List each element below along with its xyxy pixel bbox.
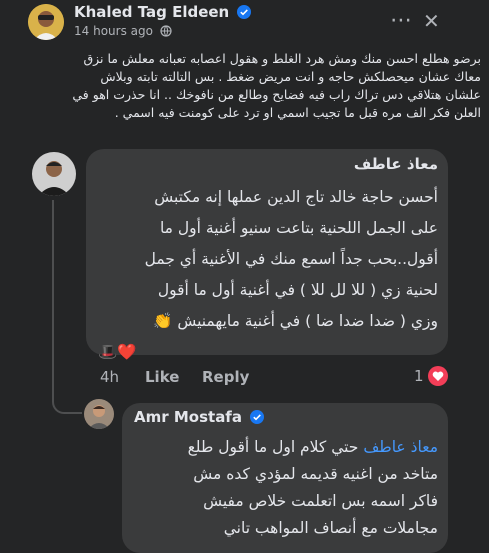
- commenter-avatar[interactable]: [32, 152, 76, 196]
- comment-text-line: وزي ( ضدا ضدا ضا ) في أغنية مايهمنيش 👏: [153, 312, 438, 330]
- comment-emoji-line: 🎩❤️: [98, 343, 137, 361]
- post-text-line: علشان هتلاقي دس تراك راب فيه فضايح وطالع…: [72, 87, 481, 102]
- post-text-line: برضو هطلع احسن منك ومش هرد الغلط و هقول …: [83, 51, 481, 66]
- reaction-count[interactable]: 1: [414, 367, 424, 385]
- verified-badge-icon: [237, 5, 252, 23]
- post-text-line: معاك عشان ميحصلكش حاجه و انت مريض ضغط . …: [100, 69, 481, 84]
- comment-text-line: لحنية زي ( للا لل للا ) في أغنية أول ما …: [157, 281, 438, 299]
- like-button[interactable]: Like: [145, 368, 179, 386]
- post-text: برضو هطلع احسن منك ومش هرد الغلط و هقول …: [10, 50, 481, 122]
- reply-text-line: معاذ عاطف حتي كلام اول ما أقول طلع: [132, 434, 438, 461]
- post-time[interactable]: 14 hours ago: [74, 24, 153, 38]
- reply-button[interactable]: Reply: [202, 368, 249, 386]
- reply-author-label[interactable]: Amr Mostafa: [134, 408, 242, 426]
- reply-text-line: متاخد من اغنيه قديمه لمؤدي كده مش: [193, 465, 438, 483]
- globe-icon: [160, 25, 172, 40]
- post-author-name[interactable]: Khaled Tag Eldeen: [74, 3, 252, 23]
- more-options-icon[interactable]: ⋯: [390, 8, 412, 33]
- reply-text-line: مجاملات مع أنصاف المواهب تاني: [223, 519, 438, 537]
- comment-time[interactable]: 4h: [100, 368, 119, 386]
- reply-author-name[interactable]: Amr Mostafa: [134, 408, 265, 428]
- comment-author[interactable]: معاذ عاطف: [96, 155, 438, 173]
- thread-connector: [52, 200, 82, 414]
- post-text-line: العلن فكر الف مره قبل ما تجيب اسمي او تر…: [114, 105, 481, 120]
- reply-text-segment: حتي كلام اول ما أقول طلع: [187, 438, 364, 456]
- heart-reaction-icon[interactable]: [428, 366, 448, 390]
- author-avatar[interactable]: [28, 4, 64, 40]
- mention-link[interactable]: معاذ عاطف: [363, 438, 438, 456]
- comment-text-line: على الجمل اللحنية بتاعت سنيو أغنية أول م…: [159, 219, 438, 237]
- replier-avatar[interactable]: [84, 399, 114, 429]
- post-author-label[interactable]: Khaled Tag Eldeen: [74, 3, 229, 21]
- reply-text-line: فاكر اسمه بس اتعلمت خلاص مفيش: [203, 492, 438, 510]
- verified-badge-icon: [250, 410, 265, 428]
- reply-text: معاذ عاطف حتي كلام اول ما أقول طلع متاخد…: [132, 434, 438, 542]
- comment-text-line: أقول..بحب جداً اسمع منك في الأغنية أي جم…: [144, 250, 438, 268]
- comment-text: أحسن حاجة خالد تاج الدين عملها إنه مكتبش…: [96, 182, 438, 368]
- close-icon[interactable]: ✕: [423, 9, 440, 33]
- comment-text-line: أحسن حاجة خالد تاج الدين عملها إنه مكتبش: [154, 188, 438, 206]
- post-meta: 14 hours ago: [74, 24, 172, 40]
